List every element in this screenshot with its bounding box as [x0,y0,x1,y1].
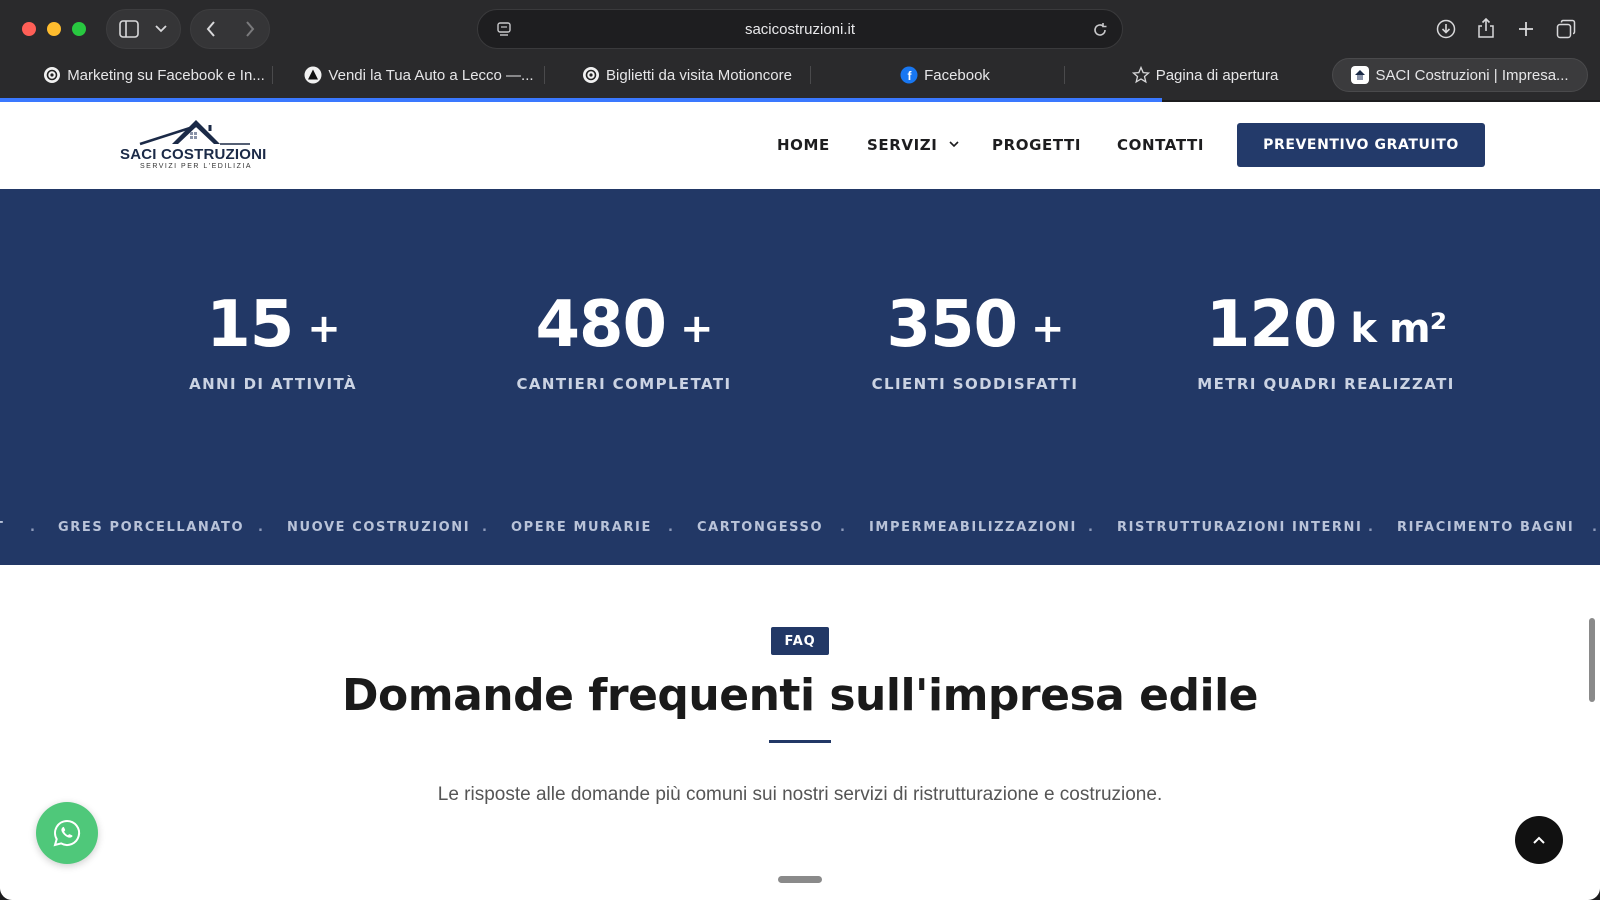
title-underline [769,740,831,743]
star-icon [1131,66,1150,84]
ticker-separator: . [482,520,489,535]
faq-subtitle: Le risposte alle domande più comuni sui … [437,784,1163,805]
tab-label: SACI Costruzioni | Impresa... [1375,66,1569,84]
minimize-window-button[interactable] [47,22,61,36]
openai-icon [43,66,61,84]
close-window-button[interactable] [22,22,36,36]
logo-name: SACI COSTRUZIONI [120,146,267,163]
whatsapp-button[interactable] [36,802,98,864]
stat-years: 15 + ANNI DI ATTIVITÀ [103,289,443,393]
ticker-item: GRES PORCELLANATO [58,520,245,535]
faq-badge: FAQ [771,627,829,655]
tab-marketing-facebook[interactable]: Marketing su Facebook e In... [30,58,278,92]
tab-label: Vendi la Tua Auto a Lecco —... [328,66,534,84]
tab-overview-icon[interactable] [1554,17,1578,41]
tab-vendi-auto[interactable]: Vendi la Tua Auto a Lecco —... [288,58,550,92]
free-quote-button[interactable]: PREVENTIVO GRATUITO [1237,123,1485,167]
address-bar[interactable]: sacicostruzioni.it [477,9,1123,49]
tab-saci-costruzioni[interactable]: SACI Costruzioni | Impresa... [1332,58,1588,92]
ticker-item: T [0,520,4,535]
tab-separator [810,66,811,84]
tab-label: Marketing su Facebook e In... [67,66,265,84]
ticker-separator: . [668,520,675,535]
tab-biglietti-visita[interactable]: Biglietti da visita Motioncore [560,58,814,92]
stat-value: 15 + [206,288,341,362]
browser-chrome: sacicostruzioni.it Marketing su Facebook… [0,0,1600,102]
whatsapp-icon [53,819,81,847]
house-roof-icon [139,120,250,146]
nav-servizi[interactable]: SERVIZI [867,136,959,154]
tab-bar: Marketing su Facebook e In... Vendi la T… [10,58,1590,92]
zoom-window-button[interactable] [72,22,86,36]
logo-tagline: SERVIZI PER L'EDILIZIA [140,163,253,170]
stat-label: CLIENTI SODDISFATTI [871,375,1079,393]
ticker-item: RISTRUTTURAZIONI INTERNI [1117,520,1363,535]
nav-servizi-label: SERVIZI [867,136,938,154]
ticker-item: OPERE MURARIE [511,520,652,535]
chevron-up-icon [1533,836,1545,844]
back-to-top-button[interactable] [1515,816,1563,864]
stat-sites: 480 + CANTIERI COMPLETATI [454,289,794,393]
stat-label: METRI QUADRI REALIZZATI [1197,375,1455,393]
stat-label: CANTIERI COMPLETATI [516,375,732,393]
tab-label: Biglietti da visita Motioncore [606,66,792,84]
reload-icon[interactable] [1088,18,1112,42]
ticker-separator: . [840,520,847,535]
faq-title: Domande frequenti sull'impresa edile [341,670,1259,721]
forward-icon[interactable] [238,17,262,41]
ticker-separator: . [258,520,265,535]
tab-separator [1064,66,1065,84]
stat-value: 120 k m² [1205,288,1447,362]
ticker-item: CARTONGESSO [697,520,824,535]
ticker-item: NUOVE COSTRUZIONI [287,520,471,535]
stat-value: 350 + [886,288,1064,362]
openai-icon [582,66,600,84]
facebook-icon: f [900,66,918,84]
tab-separator [544,66,545,84]
site-logo[interactable]: SACI COSTRUZIONI SERVIZI PER L'EDILIZIA [120,118,270,174]
ticker-item: RIFACIMENTO BAGNI [1397,520,1575,535]
scroll-handle [778,876,822,883]
site-header: SACI COSTRUZIONI SERVIZI PER L'EDILIZIA … [0,102,1600,189]
back-icon[interactable] [199,17,223,41]
ticker-separator: . [30,520,37,535]
stat-square-meters: 120 k m² METRI QUADRI REALIZZATI [1156,289,1496,393]
nav-contatti[interactable]: CONTATTI [1117,136,1204,154]
stats-section: 15 + ANNI DI ATTIVITÀ 480 + CANTIERI COMPL… [0,189,1600,565]
downloads-icon[interactable] [1434,17,1458,41]
tab-label: Facebook [924,66,990,84]
share-icon[interactable] [1474,16,1498,40]
triangle-logo-icon [304,66,322,84]
scrollbar-thumb[interactable] [1589,618,1595,702]
tab-label: Pagina di apertura [1155,66,1279,84]
chevron-down-icon [949,141,959,148]
stat-label: ANNI DI ATTIVITÀ [189,375,357,393]
stat-clients: 350 + CLIENTI SODDISFATTI [805,289,1145,393]
nav-home[interactable]: HOME [777,136,830,154]
site-favicon [1351,66,1370,84]
tab-separator [272,66,273,84]
nav-progetti[interactable]: PROGETTI [992,136,1081,154]
ticker-item: IMPERMEABILIZZAZIONI [869,520,1077,535]
sidebar-icon[interactable] [117,17,141,41]
ticker-separator: . [1088,520,1095,535]
chevron-down-icon[interactable] [149,17,173,41]
stat-value: 480 + [535,288,713,362]
web-page: SACI COSTRUZIONI SERVIZI PER L'EDILIZIA … [0,102,1600,900]
ticker-separator: . [1368,520,1375,535]
url-text: sacicostruzioni.it [744,21,856,38]
services-ticker: T . GRES PORCELLANATO . NUOVE COSTRUZION… [0,520,1600,542]
new-tab-icon[interactable] [1514,17,1538,41]
tab-facebook[interactable]: f Facebook [820,58,1070,92]
ticker-separator: . [1592,520,1599,535]
tab-pagina-apertura[interactable]: Pagina di apertura [1080,58,1330,92]
